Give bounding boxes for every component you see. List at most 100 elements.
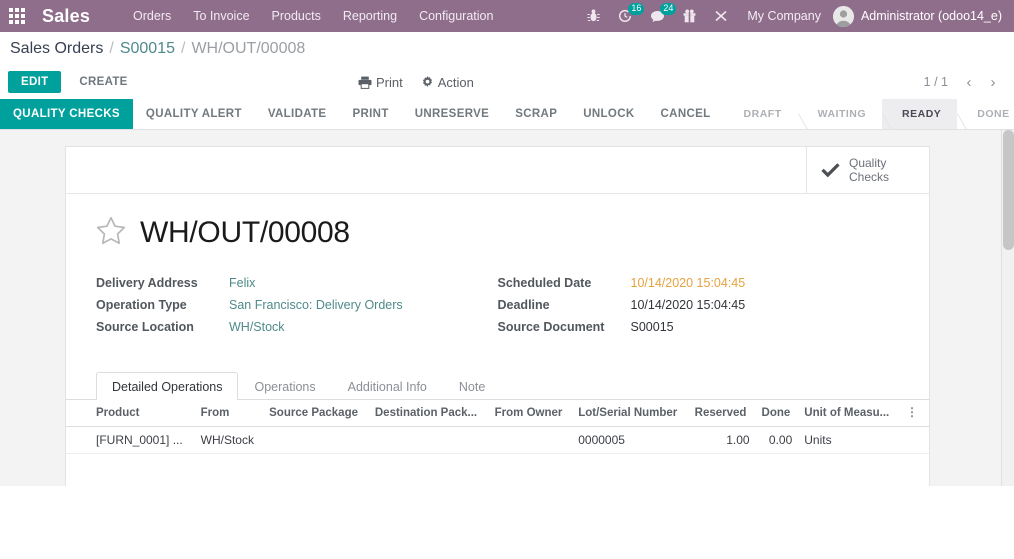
user-menu[interactable]: Administrator (odoo14_e) <box>832 5 1008 27</box>
main-menu: Orders To Invoice Products Reporting Con… <box>122 0 504 32</box>
menu-item-to-invoice[interactable]: To Invoice <box>182 0 260 32</box>
column-source-package: Source Package <box>263 400 369 427</box>
cancel-button[interactable]: CANCEL <box>648 99 724 129</box>
cell-spacer <box>900 426 929 454</box>
stage-draft[interactable]: DRAFT <box>723 99 798 129</box>
cell-from-owner <box>488 426 573 454</box>
cell-reserved: 1.00 <box>688 426 756 454</box>
column-from-owner: From Owner <box>488 400 573 427</box>
put-in-pack-row: PUT IN PACK <box>96 454 899 486</box>
breadcrumb-separator: / <box>109 39 114 57</box>
stage-ready[interactable]: READY <box>882 99 958 129</box>
field-value: 10/14/2020 15:04:45 <box>630 276 746 290</box>
field-scheduled-date: Scheduled Date 10/14/2020 15:04:45 <box>498 276 900 298</box>
column-destination-package: Destination Pack... <box>368 400 489 427</box>
column-reserved: Reserved <box>688 400 756 427</box>
field-value[interactable]: WH/Stock <box>229 320 285 334</box>
validate-button[interactable]: VALIDATE <box>255 99 340 129</box>
chevron-left-icon[interactable]: ‹ <box>958 70 980 94</box>
stage-done[interactable]: DONE <box>957 99 1014 129</box>
detailed-operations-table: Product From Source Package Destination … <box>66 400 929 454</box>
column-unit-of-measure: Unit of Measu... <box>798 400 900 427</box>
breadcrumb-separator: / <box>181 39 186 57</box>
stage-waiting[interactable]: WAITING <box>797 99 883 129</box>
column-from: From <box>194 400 264 427</box>
field-label: Delivery Address <box>96 276 198 290</box>
field-source-document: Source Document S00015 <box>498 320 900 342</box>
tab-note[interactable]: Note <box>443 372 501 400</box>
cell-destination-package <box>368 426 489 454</box>
vertical-scrollbar[interactable] <box>1001 130 1014 486</box>
bug-icon[interactable] <box>578 0 609 32</box>
menu-item-configuration[interactable]: Configuration <box>408 0 504 32</box>
pager: 1 / 1 ‹ › <box>916 70 1004 94</box>
top-navbar: Sales Orders To Invoice Products Reporti… <box>0 0 1014 32</box>
field-deadline: Deadline 10/14/2020 15:04:45 <box>498 298 900 320</box>
clock-activity-icon[interactable]: 16 <box>609 0 645 32</box>
systray: 16 24 My Company Administrator (odoo14_e… <box>578 0 1014 32</box>
pager-count: 1 / 1 <box>923 75 948 89</box>
menu-item-orders[interactable]: Orders <box>122 0 182 32</box>
print-menu[interactable]: Print <box>358 75 403 90</box>
vertical-dots-icon: ⋮ <box>906 405 919 419</box>
column-done: Done <box>755 400 799 427</box>
gift-icon[interactable] <box>674 0 705 32</box>
edit-button[interactable]: EDIT <box>8 71 62 93</box>
tab-additional-info[interactable]: Additional Info <box>332 372 443 400</box>
printer-icon <box>358 76 372 89</box>
field-column-right: Scheduled Date 10/14/2020 15:04:45 Deadl… <box>498 276 900 342</box>
field-value[interactable]: Felix <box>229 276 255 290</box>
field-group: Delivery Address Felix Operation Type Sa… <box>96 276 899 342</box>
app-brand[interactable]: Sales <box>34 0 100 32</box>
star-outline-icon[interactable] <box>96 216 126 250</box>
column-product: Product <box>66 400 195 427</box>
tab-detailed-operations[interactable]: Detailed Operations <box>96 372 239 400</box>
check-icon <box>821 162 840 178</box>
stat-button-box: Quality Checks <box>66 147 929 194</box>
breadcrumb-current: WH/OUT/00008 <box>191 39 306 57</box>
action-menu[interactable]: Action <box>421 75 474 90</box>
unlock-button[interactable]: UNLOCK <box>570 99 647 129</box>
create-button[interactable]: CREATE <box>67 71 139 93</box>
cell-lot-serial-number: 0000005 <box>572 426 689 454</box>
sheet-wrapper: Quality Checks WH/OUT/00008 Delivery Add… <box>0 130 1014 486</box>
field-column-left: Delivery Address Felix Operation Type Sa… <box>96 276 498 342</box>
title-row: WH/OUT/00008 <box>96 216 899 250</box>
cell-unit-of-measure: Units <box>798 426 900 454</box>
field-label: Operation Type <box>96 298 187 312</box>
field-label: Deadline <box>497 298 550 312</box>
quality-alert-button[interactable]: QUALITY ALERT <box>133 99 255 129</box>
apps-grid-icon[interactable] <box>0 0 34 32</box>
breadcrumb: Sales Orders / S00015 / WH/OUT/00008 <box>0 32 1014 65</box>
quality-checks-stat-button[interactable]: Quality Checks <box>806 147 929 193</box>
column-lot-serial-number: Lot/Serial Number <box>572 400 689 427</box>
menu-item-products[interactable]: Products <box>261 0 332 32</box>
field-label: Source Location <box>96 320 194 334</box>
quality-checks-button[interactable]: QUALITY CHECKS <box>0 99 133 129</box>
field-value: 10/14/2020 15:04:45 <box>630 298 746 312</box>
cell-product: [FURN_0001] ... <box>66 426 195 454</box>
scrap-button[interactable]: SCRAP <box>502 99 570 129</box>
breadcrumb-root[interactable]: Sales Orders <box>10 40 103 58</box>
chevron-right-icon[interactable]: › <box>982 70 1004 94</box>
shortcut-icon[interactable] <box>705 0 737 32</box>
breadcrumb-parent[interactable]: S00015 <box>120 40 175 58</box>
messaging-icon[interactable]: 24 <box>641 0 677 32</box>
optional-columns-dropdown[interactable]: ⋮ <box>900 400 929 427</box>
scrollbar-thumb[interactable] <box>1003 130 1014 250</box>
cell-done: 0.00 <box>755 426 799 454</box>
tab-operations[interactable]: Operations <box>238 372 331 400</box>
field-value: S00015 <box>630 320 674 334</box>
print-button[interactable]: PRINT <box>339 99 401 129</box>
field-label: Scheduled Date <box>497 276 592 290</box>
table-row[interactable]: [FURN_0001] ... WH/Stock 0000005 1.00 0.… <box>66 426 929 454</box>
company-switcher[interactable]: My Company <box>737 0 833 32</box>
gear-icon <box>421 75 434 89</box>
menu-item-reporting[interactable]: Reporting <box>332 0 408 32</box>
field-operation-type: Operation Type San Francisco: Delivery O… <box>96 298 498 320</box>
user-name: Administrator (odoo14_e) <box>860 9 1002 23</box>
field-value[interactable]: San Francisco: Delivery Orders <box>229 298 403 312</box>
notebook-tabs: Detailed Operations Operations Additiona… <box>66 372 929 400</box>
page-title: WH/OUT/00008 <box>140 216 350 249</box>
unreserve-button[interactable]: UNRESERVE <box>402 99 503 129</box>
